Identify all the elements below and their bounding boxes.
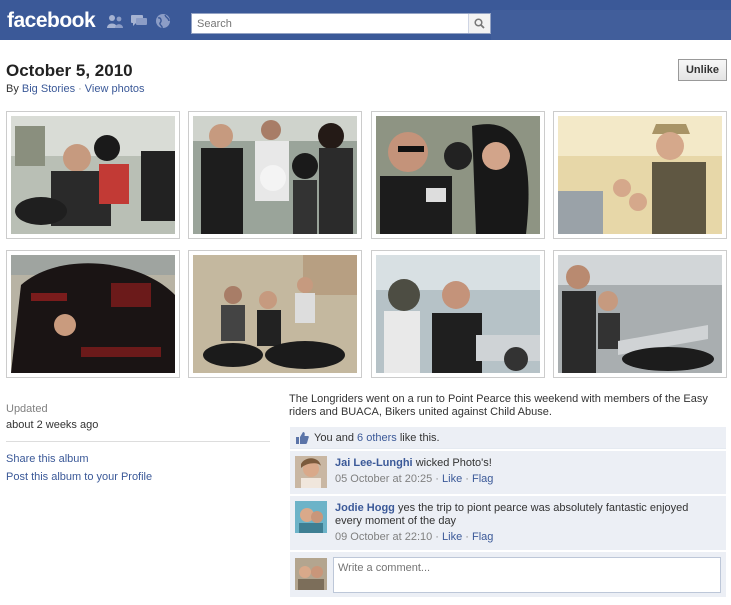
album-byline: By Big Stories · View photos	[6, 83, 145, 95]
photo-bikers-helmets	[193, 116, 357, 234]
likes-suffix: like this.	[396, 432, 440, 444]
commenter-avatar[interactable]	[295, 501, 327, 533]
unlike-button[interactable]: Unlike	[678, 59, 727, 81]
comment-meta: 05 October at 20:25 · Like · Flag	[335, 473, 715, 486]
byline-separator: ·	[78, 83, 82, 95]
photo-biker-hug	[376, 116, 540, 234]
photo-thumbnail[interactable]	[553, 250, 727, 378]
comment-timestamp: 09 October at 22:10	[335, 531, 433, 543]
comment-meta-separator: ·	[465, 473, 469, 485]
comment-like-link[interactable]: Like	[442, 473, 462, 485]
search-icon	[474, 18, 485, 29]
photo-vest-patches	[11, 255, 175, 373]
comment-flag-link[interactable]: Flag	[472, 531, 493, 543]
album-description: The Longriders went on a run to Point Pe…	[289, 393, 708, 418]
likes-others-link[interactable]: 6 others	[357, 432, 397, 444]
friend-requests-icon[interactable]	[106, 13, 124, 29]
comment-meta-separator: ·	[465, 531, 469, 543]
search-button[interactable]	[468, 14, 490, 33]
thumbs-up-icon	[296, 432, 309, 444]
comment-like-link[interactable]: Like	[442, 531, 462, 543]
photo-biker-with-child	[11, 116, 175, 234]
likes-prefix: You and	[314, 432, 358, 444]
photo-thumbnail[interactable]	[553, 111, 727, 239]
comment-flag-link[interactable]: Flag	[472, 473, 493, 485]
photo-thumbnail[interactable]	[188, 111, 362, 239]
comment-author-link[interactable]: Jai Lee-Lunghi	[335, 457, 413, 469]
photo-thumbnail[interactable]	[6, 111, 180, 239]
comment-item: Jai Lee-Lunghi wicked Photo's! 05 Octobe…	[290, 450, 726, 494]
album-title: October 5, 2010	[6, 61, 133, 80]
photo-biker-on-motorbike	[376, 255, 540, 373]
comment-author-link[interactable]: Jodie Hogg	[335, 502, 395, 514]
photo-thumbnail[interactable]	[371, 250, 545, 378]
comment-meta: 09 October at 22:10 · Like · Flag	[335, 531, 715, 544]
photo-father-son-bike	[558, 255, 722, 373]
likes-bar: You and 6 others like this.	[290, 427, 726, 449]
post-to-profile-link[interactable]: Post this album to your Profile	[6, 471, 152, 483]
comment-timestamp: 05 October at 20:25	[335, 473, 433, 485]
photo-thumbnail[interactable]	[6, 250, 180, 378]
photo-man-speaking	[558, 116, 722, 234]
share-album-link[interactable]: Share this album	[6, 453, 89, 465]
search-box	[191, 13, 491, 34]
search-input[interactable]	[192, 14, 462, 33]
view-photos-link[interactable]: View photos	[85, 83, 145, 95]
notification-jewels	[106, 13, 172, 29]
updated-label: Updated	[6, 403, 48, 415]
sidebar-divider	[6, 441, 270, 442]
notifications-globe-icon[interactable]	[154, 13, 172, 29]
facebook-logo[interactable]: facebook	[7, 9, 96, 33]
commenter-avatar[interactable]	[295, 456, 327, 488]
comment-text: wicked Photo's!	[415, 457, 492, 469]
author-link[interactable]: Big Stories	[22, 83, 75, 95]
comment-input[interactable]	[333, 557, 721, 593]
comment-meta-separator: ·	[435, 473, 439, 485]
comment-meta-separator: ·	[435, 531, 439, 543]
comment-composer	[290, 551, 726, 597]
comment-item: Jodie Hogg yes the trip to piont pearce …	[290, 495, 726, 550]
top-bar-right-area	[491, 10, 731, 40]
likes-text: You and 6 others like this.	[314, 432, 440, 444]
messages-icon[interactable]	[130, 13, 148, 29]
top-bar: facebook	[0, 0, 731, 40]
photo-bikes-on-street	[193, 255, 357, 373]
updated-value: about 2 weeks ago	[6, 419, 99, 431]
photo-thumbnail[interactable]	[188, 250, 362, 378]
photo-thumbnail[interactable]	[371, 111, 545, 239]
comment-body: Jodie Hogg yes the trip to piont pearce …	[335, 502, 715, 544]
viewer-avatar	[295, 558, 327, 590]
comment-body: Jai Lee-Lunghi wicked Photo's! 05 Octobe…	[335, 457, 715, 486]
by-prefix: By	[6, 83, 19, 95]
